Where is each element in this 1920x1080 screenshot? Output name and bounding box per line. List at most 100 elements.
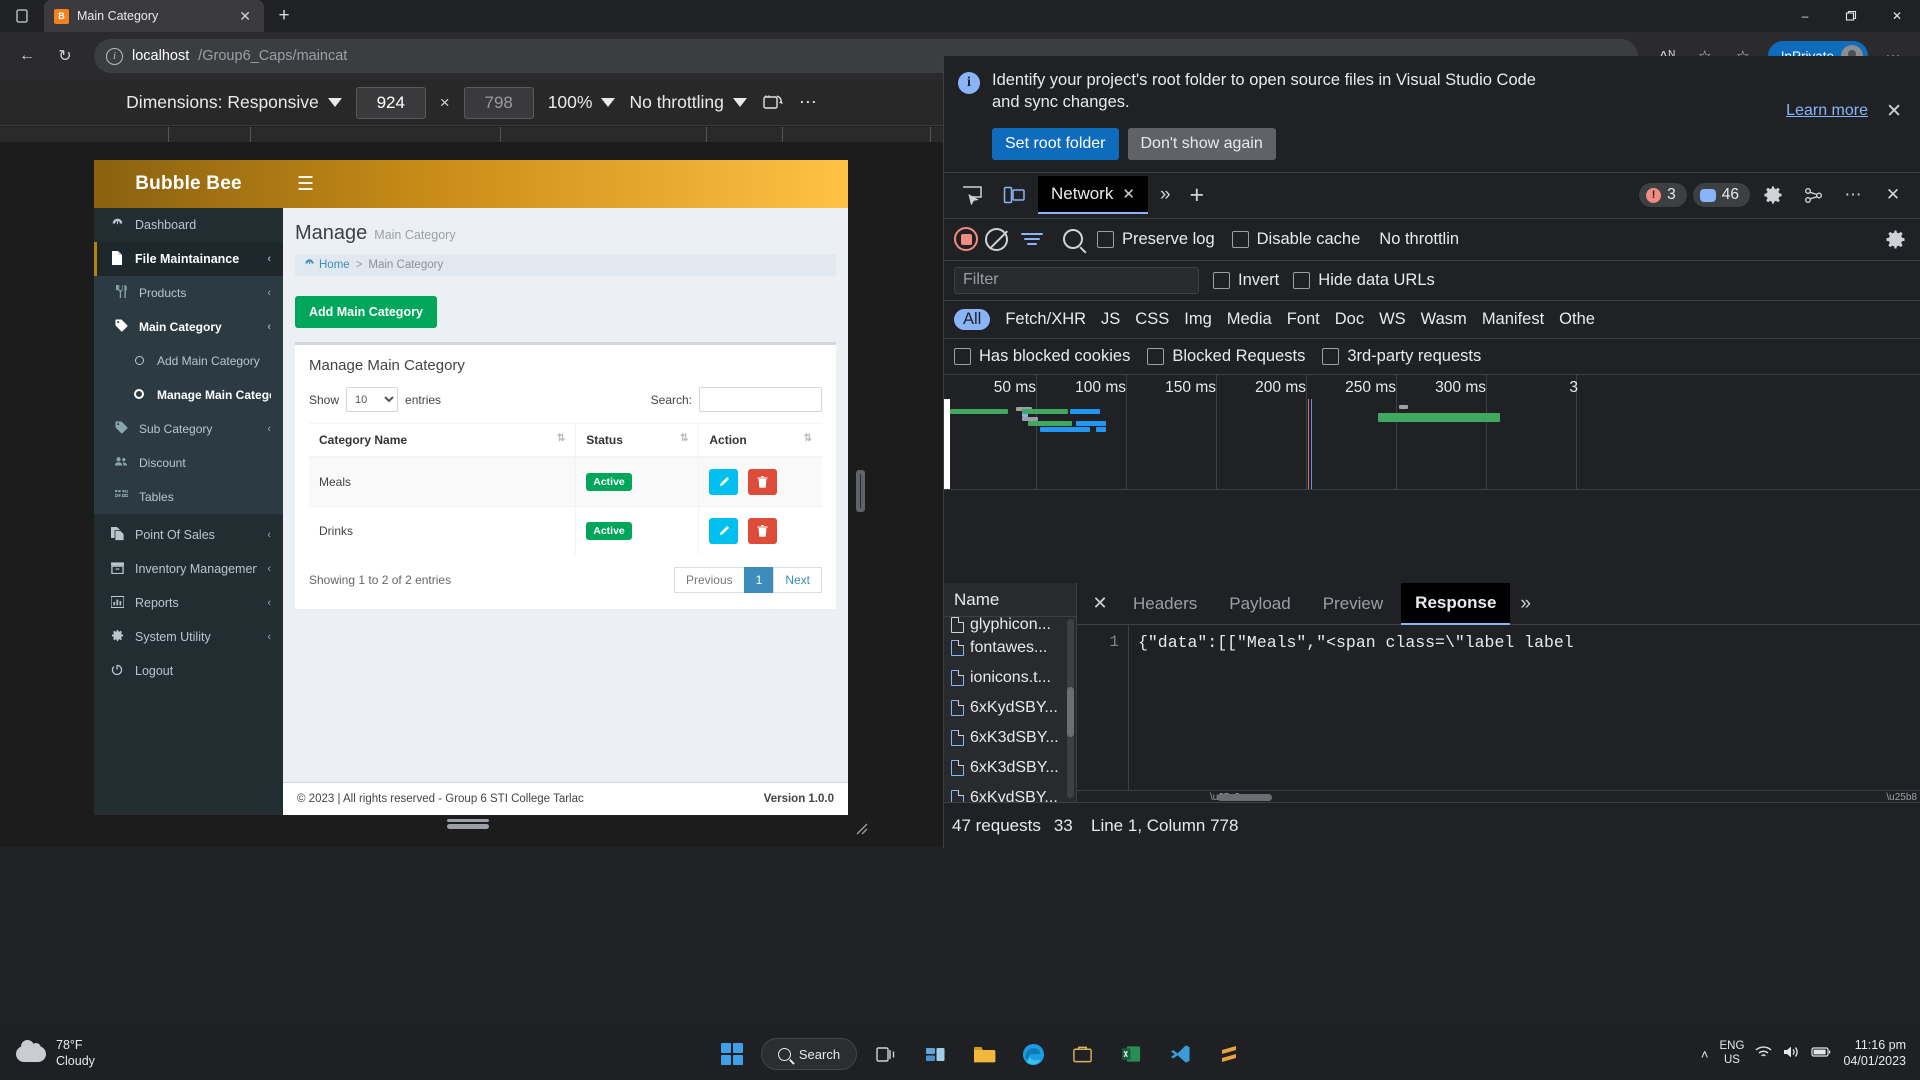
list-item[interactable]: 6xKydSBY... [944,783,1076,802]
language-indicator[interactable]: ENG US [1720,1040,1745,1068]
invert-checkbox[interactable]: Invert [1213,271,1279,290]
sidebar-item-add-main-category[interactable]: Add Main Category [94,344,283,378]
network-throttling-select[interactable]: No throttlin [1379,230,1459,249]
devtools-more-icon[interactable]: ⋯ [1836,178,1870,212]
file-explorer-icon[interactable] [964,1034,1004,1074]
error-count-badge[interactable]: ! 3 [1639,183,1687,208]
device-throttling-select[interactable]: No throttling [629,92,747,113]
vscode-icon[interactable] [1160,1034,1200,1074]
banner-close-icon[interactable]: ✕ [1886,100,1902,123]
message-count-badge[interactable]: 46 [1692,183,1750,208]
type-filter-wasm[interactable]: Wasm [1421,310,1467,329]
new-tab-button[interactable]: + [270,2,298,30]
column-category-name[interactable]: Category Name ⇅ [309,423,577,458]
tab-response[interactable]: Response [1401,582,1511,625]
network-request-list[interactable]: Name glyphicon... fontawes... ionicons.t… [944,583,1077,802]
sidebar-item-point-of-sales[interactable]: Point Of Sales ‹ [94,518,283,552]
browser-tab[interactable]: B Main Category ✕ [44,0,264,32]
tab-search-icon[interactable] [0,0,44,32]
close-icon[interactable]: ✕ [1874,0,1920,32]
taskbar-clock[interactable]: 11:16 pm 04/01/2023 [1843,1038,1906,1069]
column-action[interactable]: Action ⇅ [698,423,822,458]
list-item[interactable]: 6xKydSBY... [944,693,1076,723]
record-stop-icon[interactable] [954,227,978,252]
preserve-log-checkbox[interactable]: Preserve log [1097,230,1215,249]
minimize-icon[interactable]: – [1782,0,1828,32]
reload-button[interactable]: ↻ [48,39,82,73]
sidebar-item-manage-main-category[interactable]: Manage Main Category [94,378,283,412]
search-icon[interactable] [1056,222,1090,256]
learn-more-link[interactable]: Learn more [1786,102,1868,120]
edge-icon[interactable] [1013,1034,1053,1074]
toggle-device-toolbar-icon[interactable] [996,179,1032,211]
response-more-tabs-icon[interactable]: » [1514,593,1537,615]
rotate-device-icon[interactable] [761,92,785,114]
site-info-icon[interactable]: i [106,47,123,65]
type-filter-all[interactable]: All [954,308,991,330]
page-length-select[interactable]: 10 25 50 100 [346,387,399,412]
column-status[interactable]: Status ⇅ [575,423,700,458]
type-filter-ws[interactable]: WS [1379,310,1406,329]
sidebar-item-file-maintainance[interactable]: File Maintainance ‹ [94,242,283,276]
type-filter-css[interactable]: CSS [1135,310,1169,329]
hide-data-urls-checkbox[interactable]: Hide data URLs [1293,271,1435,290]
response-horizontal-scrollbar[interactable]: \u25c2\u25b8 [1077,790,1920,802]
dock-side-icon[interactable] [1796,178,1830,212]
sidebar-item-sub-category[interactable]: Sub Category ‹ [94,412,283,446]
sidebar-item-discount[interactable]: Discount [94,446,283,480]
device-zoom-select[interactable]: 100% [548,92,616,113]
sidebar-item-dashboard[interactable]: Dashboard [94,208,283,242]
viewport-resize-handle-right[interactable] [856,470,865,512]
search-input[interactable] [699,387,822,412]
type-filter-doc[interactable]: Doc [1335,310,1364,329]
clear-icon[interactable] [985,227,1008,251]
tray-overflow-icon[interactable]: ˄ [1701,1047,1709,1062]
tab-preview[interactable]: Preview [1309,583,1397,625]
excel-icon[interactable] [1111,1034,1151,1074]
list-item[interactable]: 6xK3dSBY... [944,753,1076,783]
hamburger-icon[interactable]: ☰ [297,173,314,196]
pagination-next[interactable]: Next [773,567,822,593]
device-more-icon[interactable]: ⋯ [799,92,817,113]
sidebar-item-inventory-management[interactable]: Inventory Management ‹ [94,552,283,586]
type-filter-manifest[interactable]: Manifest [1482,310,1544,329]
delete-button[interactable] [747,469,777,495]
breadcrumb-home[interactable]: Home [304,258,350,272]
type-filter-font[interactable]: Font [1287,310,1320,329]
battery-icon[interactable] [1811,1045,1832,1063]
list-item[interactable]: glyphicon... [944,617,1076,633]
request-list-scrollbar[interactable] [1067,619,1074,798]
list-item[interactable]: fontawes... [944,633,1076,663]
store-icon[interactable] [1062,1034,1102,1074]
list-item[interactable]: 6xK3dSBY... [944,723,1076,753]
request-list-header[interactable]: Name [944,583,1076,617]
device-width-input[interactable]: 924 [355,86,426,119]
tab-network[interactable]: Network ✕ [1038,176,1148,215]
viewport-resize-corner[interactable] [852,819,870,837]
task-view-icon[interactable] [866,1034,906,1074]
tab-close-icon[interactable]: ✕ [236,9,254,23]
pagination-page-1[interactable]: 1 [743,567,775,593]
sidebar-item-products[interactable]: Products ‹ [94,276,283,310]
edit-button[interactable] [709,518,739,544]
sidebar-item-reports[interactable]: Reports ‹ [94,586,283,620]
response-close-icon[interactable]: ✕ [1085,589,1115,619]
weather-widget[interactable]: 78°F Cloudy [0,1038,260,1069]
tab-headers[interactable]: Headers [1119,583,1211,625]
add-tab-icon[interactable]: + [1183,181,1212,210]
has-blocked-cookies-checkbox[interactable]: Has blocked cookies [954,347,1130,366]
type-filter-media[interactable]: Media [1227,310,1272,329]
more-tabs-icon[interactable]: » [1154,184,1177,206]
type-filter-img[interactable]: Img [1184,310,1212,329]
viewport-resize-handle-bottom[interactable] [447,819,489,829]
sidebar-item-system-utility[interactable]: System Utility ‹ [94,620,283,654]
network-settings-icon[interactable] [1880,224,1910,254]
back-button[interactable]: ← [10,39,44,73]
delete-button[interactable] [747,518,777,544]
network-timeline[interactable]: 50 ms 100 ms 150 ms 200 ms 250 ms 300 ms… [944,374,1920,490]
tab-close-icon[interactable]: ✕ [1122,185,1135,203]
set-root-folder-button[interactable]: Set root folder [992,127,1119,160]
filter-icon[interactable] [1015,222,1049,256]
volume-icon[interactable] [1783,1045,1800,1064]
device-dimensions-select[interactable]: Dimensions: Responsive [126,92,342,113]
